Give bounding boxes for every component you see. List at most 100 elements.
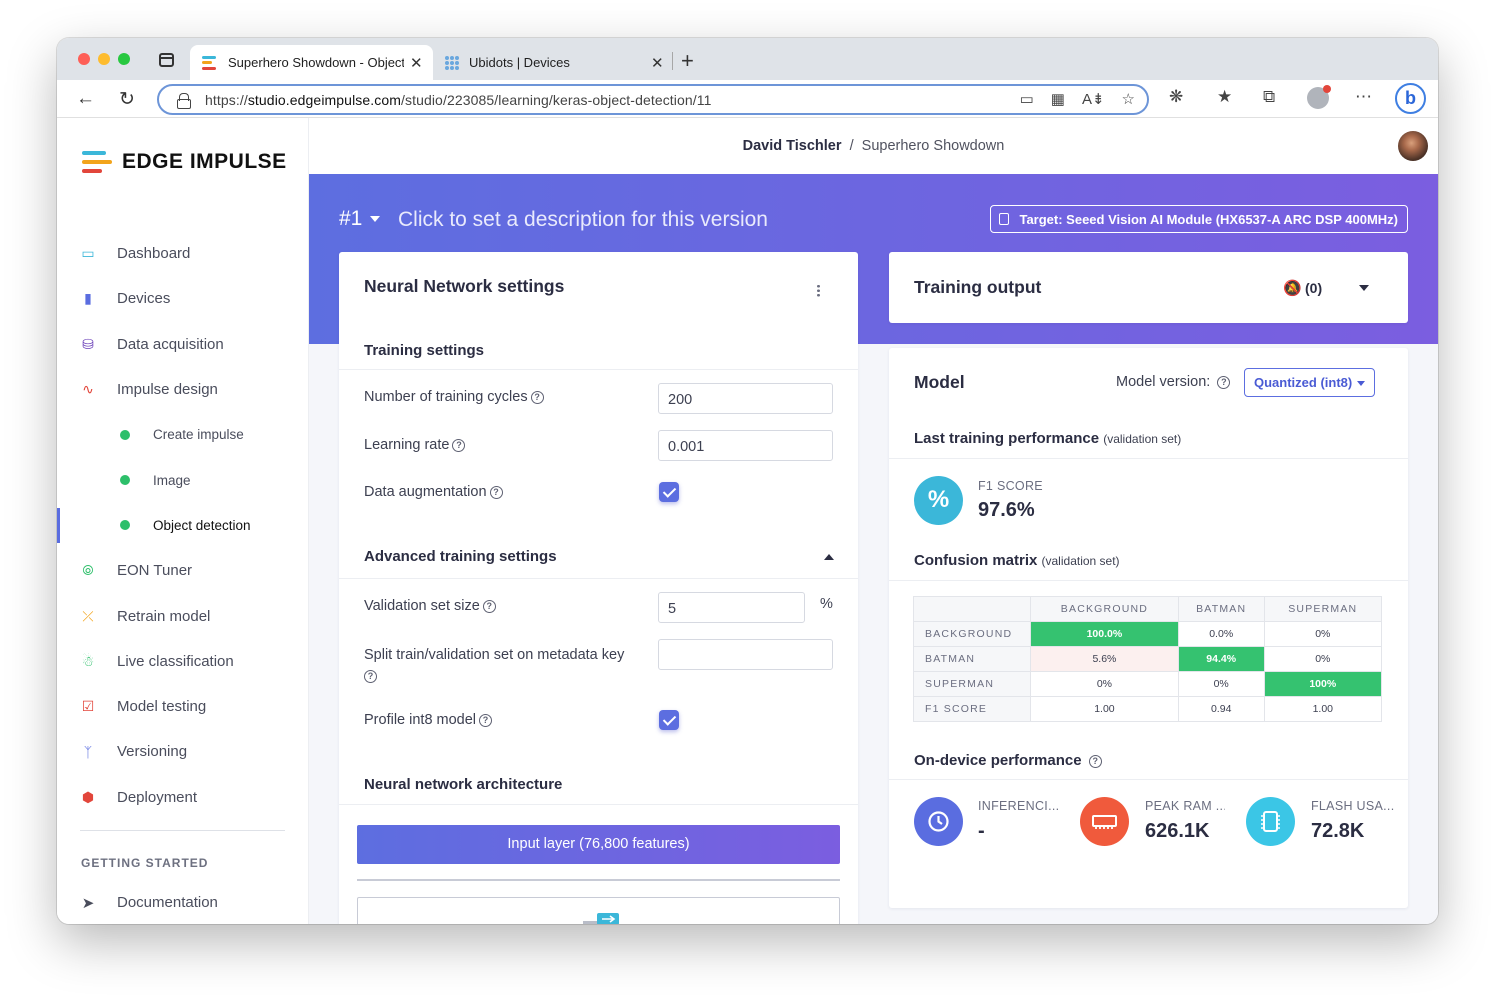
row-header: SUPERMAN <box>913 671 1031 697</box>
sidebar-item-model-testing[interactable]: ☑ Model testing <box>57 684 309 729</box>
help-icon[interactable]: ? <box>489 486 503 499</box>
f1-score-value: 97.6% <box>978 499 1035 521</box>
sidebar-item-documentation[interactable]: ➤ Documentation <box>57 894 309 918</box>
branch-icon: ᛉ <box>83 743 93 760</box>
chevron-down-icon[interactable] <box>1359 285 1369 291</box>
divider <box>889 580 1408 581</box>
sidebar-item-versioning[interactable]: ᛉ Versioning <box>57 729 309 774</box>
help-icon[interactable]: ? <box>1217 376 1231 389</box>
sidebar-item-create-impulse[interactable]: Create impulse <box>57 412 309 457</box>
reload-icon[interactable]: ↻ <box>119 88 135 111</box>
f1-score-label: F1 SCORE <box>978 479 1043 493</box>
divider <box>339 369 858 370</box>
edge-impulse-favicon-icon <box>202 55 218 70</box>
table-cell: 0% <box>1030 671 1179 697</box>
sidebar-item-label: Documentation <box>117 894 218 911</box>
profile-avatar-icon[interactable] <box>1307 85 1331 109</box>
add-favorite-icon[interactable]: ☆ <box>1122 90 1135 108</box>
training-output-card[interactable]: Training output 🔕 (0) <box>889 252 1408 323</box>
favorites-icon[interactable]: ★ <box>1217 87 1232 107</box>
advanced-settings-heading[interactable]: Advanced training settings <box>364 548 557 565</box>
bing-chat-icon[interactable]: b <box>1395 83 1426 114</box>
ram-icon <box>1080 797 1129 846</box>
tab-title: Ubidots | Devices <box>469 55 570 70</box>
sidebar-item-retrain-model[interactable]: ⤫ Retrain model <box>57 593 309 638</box>
sidebar-item-object-detection[interactable]: Object detection <box>57 503 309 548</box>
more-vertical-icon[interactable] <box>817 284 820 297</box>
logo-mark-icon <box>82 151 112 173</box>
column-header: BATMAN <box>1177 596 1265 622</box>
close-window-button[interactable] <box>78 53 90 65</box>
app-grid-icon[interactable]: ▦ <box>1051 90 1065 108</box>
help-icon[interactable]: ? <box>479 714 493 727</box>
split-metadata-input[interactable] <box>658 639 833 670</box>
bell-off-icon[interactable]: 🔕 <box>1283 279 1302 297</box>
version-selector[interactable]: #1 <box>339 207 381 231</box>
user-avatar[interactable] <box>1398 131 1428 161</box>
sidebar-item-deployment[interactable]: ⬢ Deployment <box>57 775 309 820</box>
table-cell: 0% <box>1263 646 1383 672</box>
data-augmentation-checkbox[interactable] <box>659 482 679 502</box>
table-row: F1 SCORE 1.00 0.94 1.00 <box>913 696 1383 722</box>
read-aloud-icon[interactable]: A⇟ <box>1082 90 1105 108</box>
minimize-window-button[interactable] <box>98 53 110 65</box>
sidebar-item-image[interactable]: Image <box>57 457 309 502</box>
help-icon[interactable]: ? <box>1088 755 1102 768</box>
breadcrumb-project[interactable]: Superhero Showdown <box>862 138 1005 154</box>
back-arrow-icon[interactable]: ← <box>76 88 95 110</box>
chevron-up-icon[interactable] <box>824 554 834 560</box>
help-icon[interactable]: ? <box>530 391 544 404</box>
url-bar[interactable]: https://studio.edgeimpulse.com/studio/22… <box>157 84 1149 115</box>
tab-actions-icon[interactable] <box>159 53 174 67</box>
help-icon[interactable]: ? <box>364 670 377 683</box>
sidebar-item-live-classification[interactable]: ☃ Live classification <box>57 639 309 684</box>
screen-cast-icon[interactable]: ▭ <box>1020 90 1034 108</box>
tab-divider <box>672 52 673 70</box>
next-layer-block[interactable] <box>357 897 840 924</box>
sidebar-divider <box>80 830 285 831</box>
sidebar-item-eon-tuner[interactable]: ⦾ EON Tuner <box>57 548 309 593</box>
sidebar-item-label: EON Tuner <box>117 562 193 580</box>
model-version-select[interactable]: Quantized (int8) <box>1244 368 1375 397</box>
sidebar-item-label: Devices <box>117 290 171 308</box>
close-tab-icon[interactable]: ✕ <box>651 54 664 72</box>
pulse-icon: ∿ <box>82 381 94 398</box>
main-content: David Tischler / Superhero Showdown #1 C… <box>309 118 1438 924</box>
help-icon[interactable]: ? <box>452 439 466 452</box>
model-card: Model Model version: ? Quantized (int8) … <box>889 348 1408 908</box>
help-icon[interactable]: ? <box>482 600 496 613</box>
training-cycles-input[interactable]: 200 <box>658 383 833 414</box>
sidebar-item-impulse-design[interactable]: ∿ Impulse design <box>57 367 309 412</box>
chevron-down-icon <box>370 216 381 223</box>
close-tab-icon[interactable]: ✕ <box>410 54 423 72</box>
tab-ubidots[interactable]: Ubidots | Devices ✕ <box>433 45 673 80</box>
profile-int8-checkbox[interactable] <box>659 710 679 730</box>
peak-ram-label: PEAK RAM ... <box>1145 799 1225 813</box>
learning-rate-input[interactable]: 0.001 <box>658 430 833 461</box>
table-cell: 0% <box>1263 621 1383 647</box>
extensions-icon[interactable]: ❋ <box>1169 87 1183 107</box>
table-corner <box>913 596 1031 622</box>
breadcrumb-user[interactable]: David Tischler <box>743 138 842 154</box>
sidebar-section-title: GETTING STARTED <box>81 856 209 870</box>
more-options-icon[interactable]: ⋯ <box>1355 87 1372 107</box>
validation-size-input[interactable]: 5 <box>658 592 805 623</box>
lock-icon[interactable] <box>177 92 191 109</box>
sidebar-item-data-acquisition[interactable]: ⛁ Data acquisition <box>57 322 309 367</box>
maximize-window-button[interactable] <box>118 53 130 65</box>
percent-unit: % <box>820 596 833 612</box>
sidebar-item-devices[interactable]: ▮ Devices <box>57 276 309 321</box>
sidebar-item-dashboard[interactable]: ▭ Dashboard <box>57 231 309 276</box>
tab-edge-impulse[interactable]: Superhero Showdown - Object detection - … <box>190 45 433 80</box>
input-layer-block[interactable]: Input layer (76,800 features) <box>357 825 840 864</box>
edge-impulse-logo[interactable]: EDGE IMPULSE <box>82 150 287 174</box>
chip-icon <box>999 213 1010 225</box>
new-tab-button[interactable]: + <box>681 48 694 74</box>
url-text[interactable]: https://studio.edgeimpulse.com/studio/22… <box>205 92 712 108</box>
rocket-icon: ➤ <box>81 895 95 912</box>
collections-icon[interactable]: ⧉ <box>1263 87 1275 107</box>
version-description[interactable]: Click to set a description for this vers… <box>398 208 768 232</box>
tab-title: Superhero Showdown - Object detection - … <box>228 55 404 70</box>
target-device-button[interactable]: Target: Seeed Vision AI Module (HX6537-A… <box>990 205 1408 233</box>
shuffle-icon: ⤫ <box>82 607 94 624</box>
